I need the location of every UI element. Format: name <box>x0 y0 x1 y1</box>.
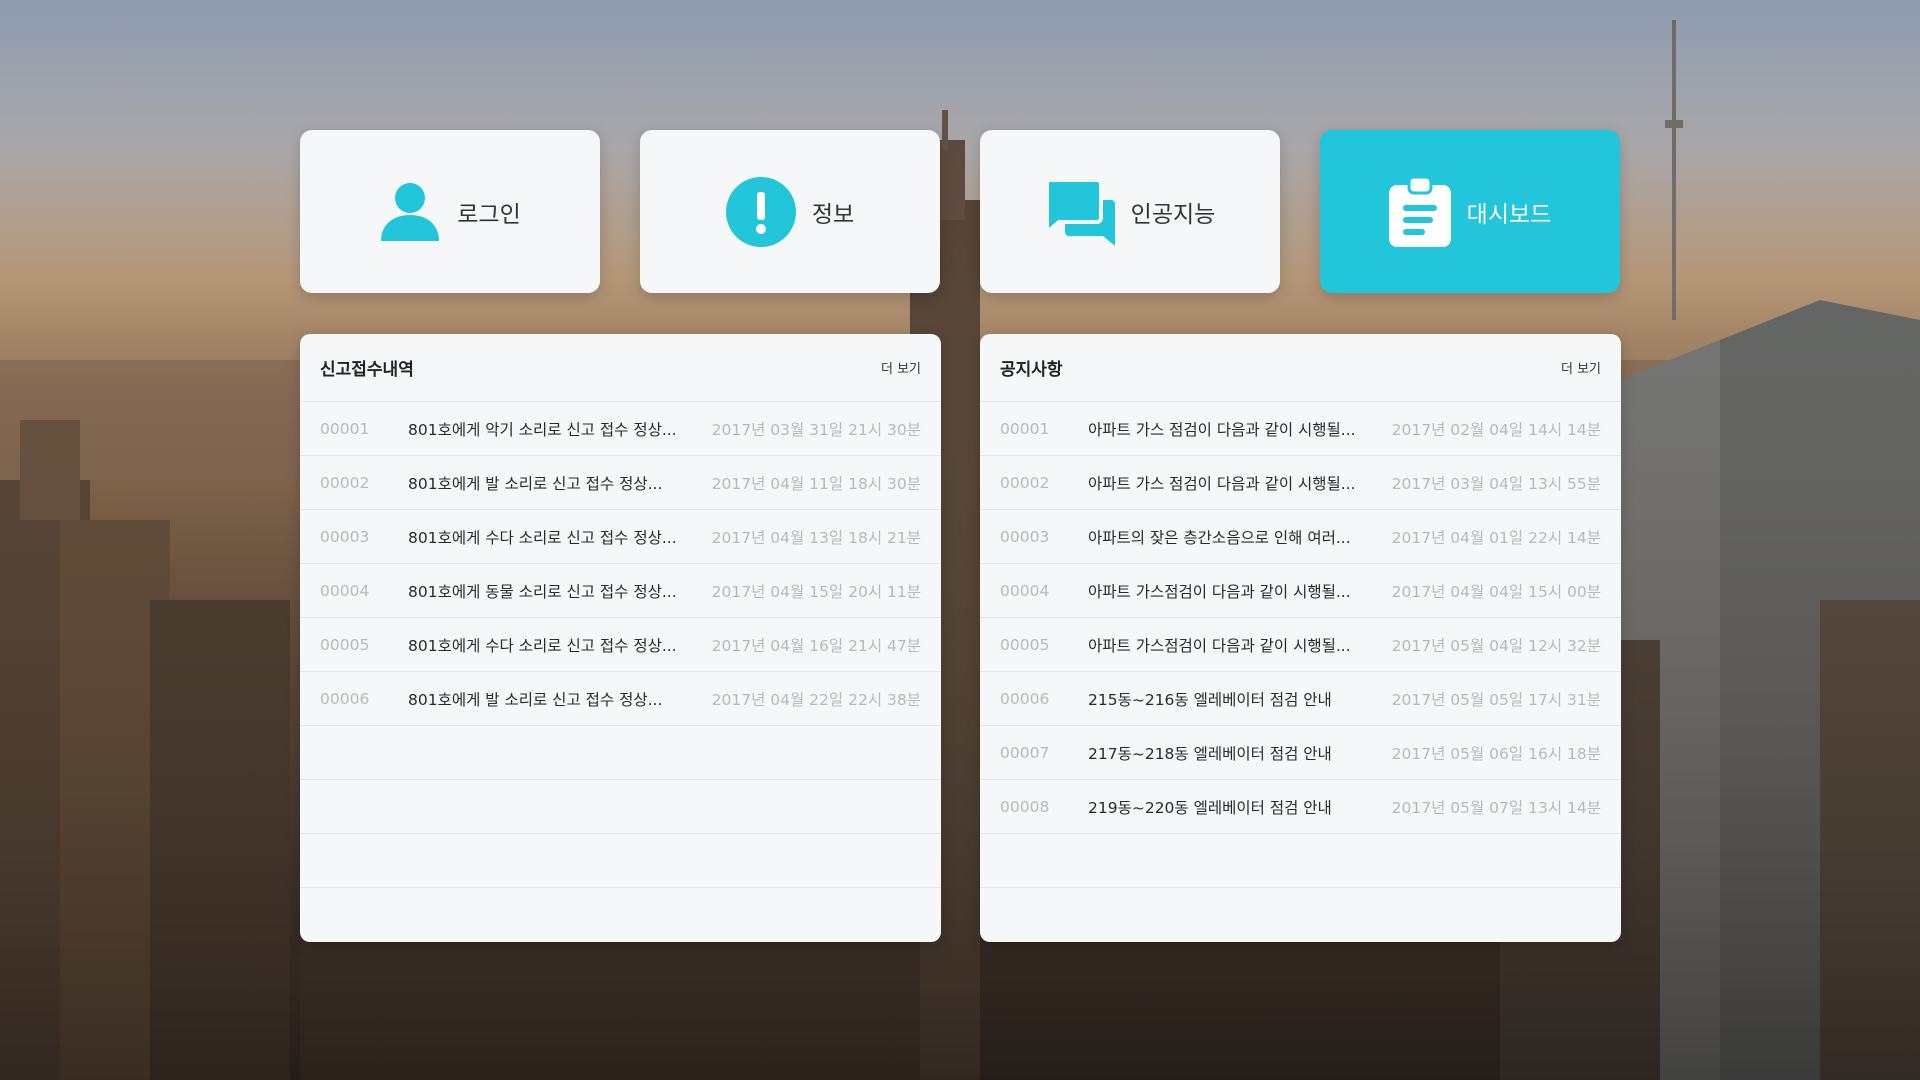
nav-card-info[interactable]: 정보 <box>640 130 940 293</box>
list-item[interactable]: 00002 아파트 가스 점검이 다음과 같이 시행될... 2017년 03월 0… <box>980 456 1621 510</box>
item-number: 00008 <box>1000 797 1050 816</box>
list-item[interactable]: 00003 801호에게 수다 소리로 신고 접수 정상... 2017년 04월 … <box>300 510 941 564</box>
notices-list: 00001 아파트 가스 점검이 다음과 같이 시행될... 2017년 02월 0… <box>980 402 1621 888</box>
list-item[interactable]: 00005 아파트 가스점검이 다음과 같이 시행될... 2017년 05월 04… <box>980 618 1621 672</box>
item-number: 00003 <box>1000 527 1050 546</box>
item-date: 2017년 02월 04일 14시 14분 <box>1391 420 1601 439</box>
item-number: 00001 <box>1000 419 1050 438</box>
item-date: 2017년 05월 07일 13시 14분 <box>1391 798 1601 817</box>
item-title: 215동~216동 엘레베이터 점검 안내 <box>1088 690 1332 709</box>
user-icon <box>379 181 441 243</box>
list-item[interactable]: 00004 아파트 가스점검이 다음과 같이 시행될... 2017년 04월 04… <box>980 564 1621 618</box>
item-date: 2017년 04월 16일 21시 47분 <box>711 636 921 655</box>
more-link[interactable]: 더 보기 <box>1561 358 1601 377</box>
nav-card-dashboard[interactable]: 대시보드 <box>1320 130 1620 293</box>
chat-bubbles-icon <box>1044 177 1115 246</box>
item-title: 아파트 가스 점검이 다음과 같이 시행될... <box>1088 420 1356 439</box>
list-item[interactable]: 00001 801호에게 악기 소리로 신고 접수 정상... 2017년 03월 … <box>300 402 941 456</box>
item-date: 2017년 03월 31일 21시 30분 <box>711 420 921 439</box>
item-title: 801호에게 발 소리로 신고 접수 정상... <box>408 690 663 709</box>
item-title: 801호에게 발 소리로 신고 접수 정상... <box>408 474 663 493</box>
empty-list-row <box>300 780 941 834</box>
panel-title: 신고접수내역 <box>320 360 414 380</box>
empty-list-row <box>300 834 941 888</box>
list-item[interactable]: 00004 801호에게 동물 소리로 신고 접수 정상... 2017년 04월 … <box>300 564 941 618</box>
item-number: 00005 <box>320 635 370 654</box>
list-item[interactable]: 00003 아파트의 잦은 층간소음으로 인해 여러... 2017년 04월 01… <box>980 510 1621 564</box>
info-exclamation-icon <box>725 176 796 247</box>
list-item[interactable]: 00005 801호에게 수다 소리로 신고 접수 정상... 2017년 04월 … <box>300 618 941 672</box>
panel-title: 공지사항 <box>1000 360 1063 380</box>
item-number: 00001 <box>320 419 370 438</box>
item-number: 00006 <box>320 689 370 708</box>
item-date: 2017년 05월 06일 16시 18분 <box>1391 744 1601 763</box>
item-title: 801호에게 수다 소리로 신고 접수 정상... <box>408 636 677 655</box>
item-title: 아파트 가스점검이 다음과 같이 시행될... <box>1088 582 1351 601</box>
list-item[interactable]: 00001 아파트 가스 점검이 다음과 같이 시행될... 2017년 02월 0… <box>980 402 1621 456</box>
panel-header: 신고접수내역 더 보기 <box>300 334 941 402</box>
item-date: 2017년 03월 04일 13시 55분 <box>1391 474 1601 493</box>
panel-header: 공지사항 더 보기 <box>980 334 1621 402</box>
empty-list-row <box>980 834 1621 888</box>
item-number: 00004 <box>320 581 370 600</box>
item-date: 2017년 04월 13일 18시 21분 <box>711 528 921 547</box>
item-date: 2017년 04월 15일 20시 11분 <box>711 582 921 601</box>
item-title: 801호에게 동물 소리로 신고 접수 정상... <box>408 582 677 601</box>
item-title: 219동~220동 엘레베이터 점검 안내 <box>1088 798 1332 817</box>
item-date: 2017년 04월 04일 15시 00분 <box>1391 582 1601 601</box>
item-number: 00005 <box>1000 635 1050 654</box>
list-item[interactable]: 00006 801호에게 발 소리로 신고 접수 정상... 2017년 04월 2… <box>300 672 941 726</box>
empty-list-row <box>300 726 941 780</box>
item-date: 2017년 04월 01일 22시 14분 <box>1391 528 1601 547</box>
nav-card-login[interactable]: 로그인 <box>300 130 600 293</box>
item-title: 801호에게 수다 소리로 신고 접수 정상... <box>408 528 677 547</box>
nav-card-label: 인공지능 <box>1130 201 1216 228</box>
item-number: 00002 <box>1000 473 1050 492</box>
reports-panel: 신고접수내역 더 보기 00001 801호에게 악기 소리로 신고 접수 정상.… <box>300 334 941 942</box>
item-number: 00004 <box>1000 581 1050 600</box>
more-link[interactable]: 더 보기 <box>881 358 921 377</box>
item-date: 2017년 04월 22일 22시 38분 <box>711 690 921 709</box>
item-title: 아파트의 잦은 층간소음으로 인해 여러... <box>1088 528 1351 547</box>
reports-list: 00001 801호에게 악기 소리로 신고 접수 정상... 2017년 03월 … <box>300 402 941 888</box>
item-date: 2017년 05월 05일 17시 31분 <box>1391 690 1601 709</box>
list-item[interactable]: 00002 801호에게 발 소리로 신고 접수 정상... 2017년 04월 1… <box>300 456 941 510</box>
nav-card-ai[interactable]: 인공지능 <box>980 130 1280 293</box>
item-title: 아파트 가스점검이 다음과 같이 시행될... <box>1088 636 1351 655</box>
item-title: 217동~218동 엘레베이터 점검 안내 <box>1088 744 1332 763</box>
nav-card-label: 정보 <box>811 201 855 228</box>
notices-panel: 공지사항 더 보기 00001 아파트 가스 점검이 다음과 같이 시행될... 2… <box>980 334 1621 942</box>
item-title: 801호에게 악기 소리로 신고 접수 정상... <box>408 420 677 439</box>
item-number: 00002 <box>320 473 370 492</box>
list-item[interactable]: 00006 215동~216동 엘레베이터 점검 안내 2017년 05월 05일 … <box>980 672 1621 726</box>
item-title: 아파트 가스 점검이 다음과 같이 시행될... <box>1088 474 1356 493</box>
nav-card-label: 대시보드 <box>1466 201 1552 228</box>
item-number: 00006 <box>1000 689 1050 708</box>
item-date: 2017년 04월 11일 18시 30분 <box>711 474 921 493</box>
item-date: 2017년 05월 04일 12시 32분 <box>1391 636 1601 655</box>
city-background-image <box>0 0 1920 1080</box>
item-number: 00007 <box>1000 743 1050 762</box>
list-item[interactable]: 00007 217동~218동 엘레베이터 점검 안내 2017년 05월 06일 … <box>980 726 1621 780</box>
clipboard-icon <box>1388 176 1451 247</box>
nav-card-label: 로그인 <box>457 201 521 228</box>
item-number: 00003 <box>320 527 370 546</box>
list-item[interactable]: 00008 219동~220동 엘레베이터 점검 안내 2017년 05월 07일 … <box>980 780 1621 834</box>
